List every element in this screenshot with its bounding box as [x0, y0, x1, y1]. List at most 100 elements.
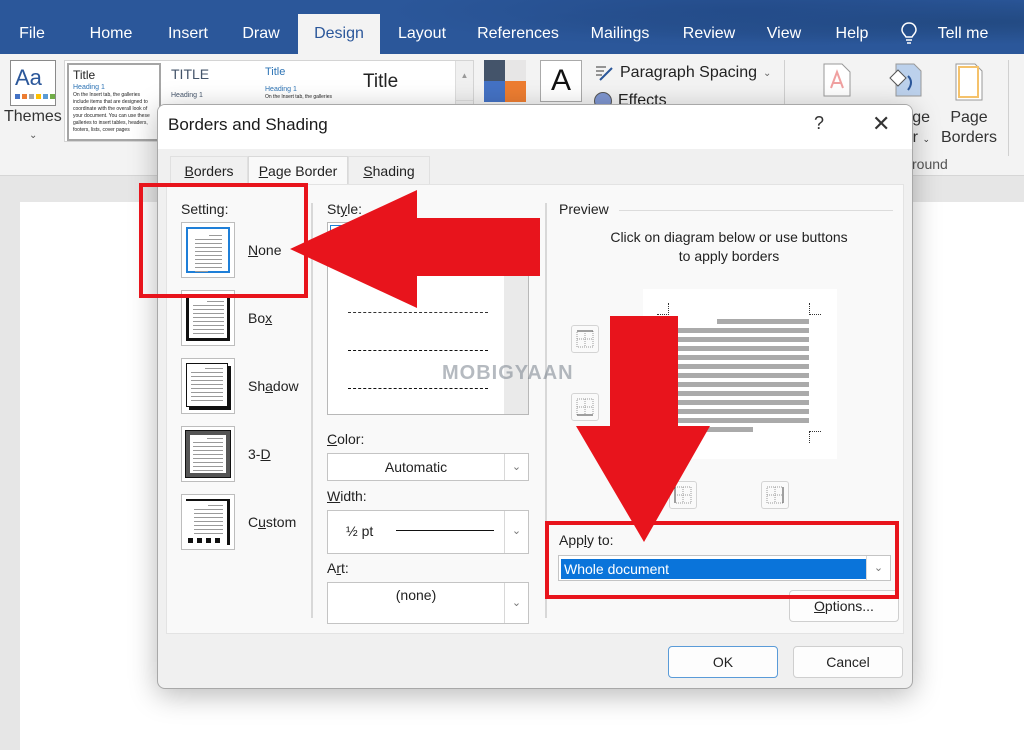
paragraph-spacing-label: Paragraph Spacing	[620, 64, 757, 81]
dotted-border-icon	[188, 538, 220, 543]
setting-shadow[interactable]	[181, 358, 235, 414]
setting-3d-icon	[185, 430, 231, 478]
width-value: ½ pt	[346, 523, 374, 539]
color-dropdown[interactable]: Automatic ⌄	[327, 453, 529, 481]
tab-draw[interactable]: Draw	[234, 14, 288, 54]
chevron-down-icon: ⌄	[762, 67, 772, 79]
page-lines-icon	[193, 438, 223, 474]
style-set-body: On the Insert tab, the galleries include…	[73, 92, 150, 133]
style-set-heading: Heading 1	[171, 92, 203, 99]
setting-custom-icon	[186, 499, 230, 545]
tab-design[interactable]: Design	[298, 14, 380, 54]
page-color-icon[interactable]	[888, 62, 922, 98]
watermark-icon[interactable]	[822, 62, 852, 98]
page-borders-label: Borders	[940, 129, 998, 146]
style-option-dash-dot[interactable]	[348, 388, 488, 389]
style-set-title: Title	[265, 66, 286, 78]
swatch	[43, 94, 48, 99]
setting-box[interactable]	[181, 290, 235, 346]
swatch	[22, 94, 27, 99]
style-set-body: On the Insert tab, the galleries include…	[265, 94, 332, 100]
swatch	[50, 94, 55, 99]
tab-home[interactable]: Home	[80, 14, 142, 54]
chevron-down-icon[interactable]: ⌄	[29, 130, 37, 141]
setting-box-icon	[186, 295, 230, 341]
setting-shadow-label[interactable]: Shadow	[248, 378, 299, 394]
color-value: Automatic	[384, 459, 448, 475]
color-swatch	[505, 60, 526, 81]
annotation-highlight-apply-to	[545, 521, 899, 599]
chevron-down-icon[interactable]: ⌄	[504, 511, 528, 553]
tab-shading[interactable]: Shading	[348, 156, 430, 184]
style-option-fine-dashed[interactable]	[348, 312, 488, 313]
corner-mark	[657, 303, 669, 315]
dialog-title: Borders and Shading	[168, 115, 328, 134]
setting-custom-label[interactable]: Custom	[248, 514, 296, 530]
color-swatch	[484, 81, 505, 102]
cancel-button[interactable]: Cancel	[793, 646, 903, 678]
swatch	[36, 94, 41, 99]
setting-3d[interactable]	[181, 426, 235, 482]
art-value: (none)	[395, 587, 437, 603]
themes-icon: Aa	[15, 65, 42, 90]
tab-file[interactable]: File	[6, 14, 58, 54]
colors-button[interactable]	[484, 60, 526, 102]
ribbon-divider	[1008, 60, 1009, 156]
page-borders-icon[interactable]	[954, 62, 984, 102]
style-set-heading: Heading 1	[73, 84, 105, 91]
themes-label[interactable]: Themes	[4, 108, 62, 126]
right-border-button[interactable]	[761, 481, 789, 509]
scroll-up-icon[interactable]: ▲	[456, 61, 473, 101]
themes-button[interactable]: Aa	[10, 60, 56, 106]
tab-mailings[interactable]: Mailings	[584, 14, 656, 54]
dialog-title-bar[interactable]: Borders and Shading ? ✕	[158, 105, 912, 149]
ok-button[interactable]: OK	[668, 646, 778, 678]
tab-insert[interactable]: Insert	[160, 14, 216, 54]
tab-layout[interactable]: Layout	[390, 14, 454, 54]
tab-help[interactable]: Help	[828, 14, 876, 54]
page-borders-label: Page	[950, 109, 988, 126]
help-button[interactable]: ?	[814, 113, 824, 134]
color-swatch	[484, 60, 505, 81]
style-option-dashed[interactable]	[348, 350, 488, 351]
page-background-group-label: round	[912, 156, 948, 172]
style-set-title: Title	[363, 71, 399, 92]
paragraph-spacing-button[interactable]: Paragraph Spacing ⌄	[594, 64, 771, 82]
width-dropdown[interactable]: ½ pt ⌄	[327, 510, 529, 554]
right-border-icon	[766, 486, 784, 504]
color-label: Color:	[327, 431, 365, 447]
tell-me-search[interactable]: Tell me	[928, 14, 998, 54]
setting-custom[interactable]	[181, 494, 235, 550]
page-lines-icon	[191, 368, 223, 404]
close-icon[interactable]: ✕	[872, 111, 890, 137]
style-set-item[interactable]: Title Heading 1 On the Insert tab, the g…	[67, 63, 161, 141]
watermark: MOBIGYAAN	[442, 362, 574, 384]
preview-hint: Click on diagram below or use buttons to…	[610, 229, 848, 264]
page-lines-icon	[194, 505, 223, 537]
art-label: Art:	[327, 560, 349, 576]
paragraph-spacing-icon	[596, 66, 613, 81]
theme-swatches	[15, 94, 55, 99]
tab-review[interactable]: Review	[678, 14, 740, 54]
setting-shadow-icon	[186, 363, 228, 407]
tab-references[interactable]: References	[474, 14, 562, 54]
setting-box-label[interactable]: Box	[248, 310, 272, 326]
width-sample-line	[396, 530, 494, 531]
lightbulb-icon[interactable]	[900, 22, 918, 44]
page-borders-button[interactable]: Page Borders	[940, 108, 998, 148]
annotation-highlight-setting	[139, 183, 308, 298]
color-swatch	[505, 81, 526, 102]
chevron-down-icon[interactable]: ⌄	[504, 583, 528, 623]
art-dropdown[interactable]: (none) ⌄	[327, 582, 529, 624]
chevron-down-icon[interactable]: ⌄	[504, 454, 528, 480]
tab-borders[interactable]: Borders	[170, 156, 248, 184]
setting-3d-label[interactable]: 3-D	[248, 446, 271, 462]
annotation-arrow-left	[290, 190, 540, 308]
tab-page-border[interactable]: Page Border	[248, 156, 348, 185]
preview-rule	[619, 210, 893, 211]
tab-view[interactable]: View	[760, 14, 808, 54]
fonts-button[interactable]: A	[540, 60, 582, 102]
swatch	[29, 94, 34, 99]
corner-mark	[809, 431, 821, 443]
annotation-arrow-down	[576, 316, 710, 542]
